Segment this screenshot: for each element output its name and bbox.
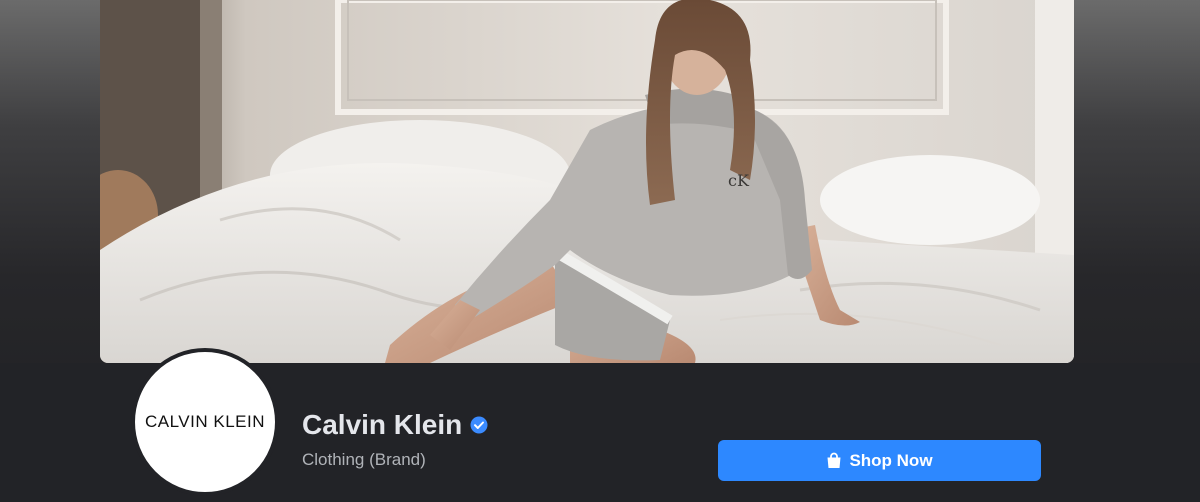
- page-category[interactable]: Clothing (Brand): [302, 450, 426, 470]
- page-name[interactable]: Calvin Klein: [302, 407, 462, 443]
- profile-avatar[interactable]: CALVIN KLEIN: [131, 348, 279, 496]
- brand-logo-text: CALVIN KLEIN: [144, 412, 265, 431]
- shopping-bag-icon: [826, 452, 842, 469]
- verified-badge-icon: [470, 416, 488, 434]
- shop-now-label: Shop Now: [849, 450, 933, 470]
- cover-photo[interactable]: cK: [100, 0, 1074, 363]
- page-title-row: Calvin Klein: [302, 407, 488, 443]
- sweatshirt-logo: cK: [728, 171, 750, 190]
- shop-now-button[interactable]: Shop Now: [718, 440, 1041, 481]
